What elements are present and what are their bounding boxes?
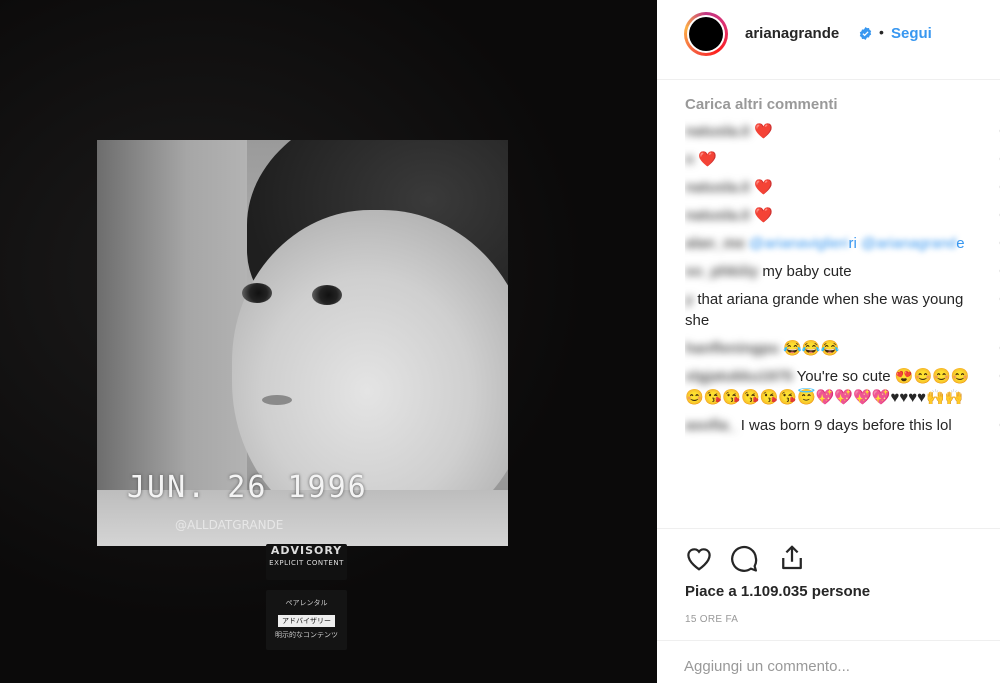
comment-username[interactable]: alan_me	[685, 235, 745, 252]
comment-emoji: ❤️	[698, 151, 717, 168]
add-comment-bar	[657, 640, 1000, 683]
photo-eye-right	[312, 285, 342, 305]
comment-mention[interactable]: @arianagrand	[861, 235, 956, 252]
comment-username[interactable]: so_phkiiiy	[685, 263, 758, 280]
post-side-panel: arianagrande • Segui Carica altri commen…	[657, 0, 1000, 683]
comment-item: so_phkiiiy my baby cute	[685, 261, 1000, 282]
comment-text: that ariana grande when she was young sh…	[685, 291, 964, 329]
comment-text: You're so cute	[796, 368, 891, 385]
comments-list[interactable]: Carica altri commenti natusla.0 ❤️ n ❤️ na…	[685, 96, 1000, 528]
post-actions: Piace a 1.109.035 persone 15 ORE FA	[657, 528, 1000, 640]
comment-item: natusla.0 ❤️	[685, 121, 1000, 142]
comment-username[interactable]: asofia_	[685, 417, 737, 434]
comment-emoji: ❤️	[754, 123, 773, 140]
comment-input[interactable]	[684, 655, 974, 677]
avatar[interactable]	[684, 12, 740, 56]
comment-icon[interactable]	[729, 543, 759, 573]
comment-item: alan_me @arianaviglieriri @arianagrande	[685, 233, 1000, 254]
comment-username[interactable]: y	[685, 291, 693, 308]
parental-advisory-label: ADVISORY EXPLICIT CONTENT	[266, 544, 347, 580]
comment-text: I was born 9 days before this lol	[740, 417, 952, 434]
comment-username[interactable]: slgjatukku1975	[685, 368, 793, 385]
avatar-image	[689, 17, 723, 51]
advisory-jp-line1: ペアレンタル	[285, 599, 328, 607]
comment-mention-tail[interactable]: e	[956, 235, 964, 252]
baby-photo: JUN. 26 1996 @ALLDATGRANDE	[97, 140, 508, 546]
photo-mouth	[262, 395, 292, 405]
comment-mention-tail[interactable]: ri	[848, 235, 856, 252]
comment-username[interactable]: natusla.0	[685, 207, 750, 224]
comment-item: natusla.0 ❤️	[685, 177, 1000, 198]
comment-emoji: ❤️	[754, 207, 773, 224]
comment-username[interactable]: hanfleningpu	[685, 340, 779, 357]
comment-username[interactable]: natusla.0	[685, 123, 750, 140]
comment-item: y that ariana grande when she was young s…	[685, 289, 1000, 331]
photo-date-stamp: JUN. 26 1996	[127, 470, 368, 505]
header-separator: •	[879, 24, 884, 40]
comment-emoji: ❤️	[754, 179, 773, 196]
likes-count[interactable]: Piace a 1.109.035 persone	[685, 583, 870, 600]
comment-item: slgjatukku1975 You're so cute 😍😊😊😊😊😘😘😘😘😘😇…	[685, 366, 1000, 408]
comment-item: hanfleningpu 😂😂😂	[685, 338, 1000, 359]
comment-item: asofia_ I was born 9 days before this lol	[685, 415, 1000, 436]
share-icon[interactable]	[777, 543, 807, 573]
parental-advisory-jp-label: ペアレンタル アドバイザリー 明示的なコンテンツ	[266, 590, 347, 650]
comment-item: n ❤️	[685, 149, 1000, 170]
comment-username[interactable]: n	[685, 151, 694, 168]
verified-badge-icon	[859, 27, 872, 40]
comment-username[interactable]: natusla.0	[685, 179, 750, 196]
post-header: arianagrande • Segui	[657, 0, 1000, 80]
follow-button[interactable]: Segui	[891, 25, 932, 42]
photo-watermark: @ALLDATGRANDE	[175, 518, 284, 532]
advisory-line2: EXPLICIT CONTENT	[269, 559, 344, 567]
comment-item: natusla.0 ❤️	[685, 205, 1000, 226]
load-more-comments-button[interactable]: Carica altri commenti	[685, 96, 1000, 113]
comment-mention[interactable]: @arianaviglieri	[749, 235, 848, 252]
post-media[interactable]: JUN. 26 1996 @ALLDATGRANDE ADVISORY EXPL…	[0, 0, 657, 683]
comment-text: my baby cute	[762, 263, 852, 280]
post-timestamp[interactable]: 15 ORE FA	[685, 614, 738, 625]
advisory-jp-line2: アドバイザリー	[278, 615, 335, 627]
heart-icon[interactable]	[684, 543, 714, 573]
username-link[interactable]: arianagrande	[745, 25, 839, 42]
photo-eye-left	[242, 283, 272, 303]
comment-emoji: 😂😂😂	[783, 340, 840, 357]
advisory-line1: ADVISORY	[270, 544, 343, 557]
advisory-jp-line3: 明示的なコンテンツ	[275, 631, 338, 639]
